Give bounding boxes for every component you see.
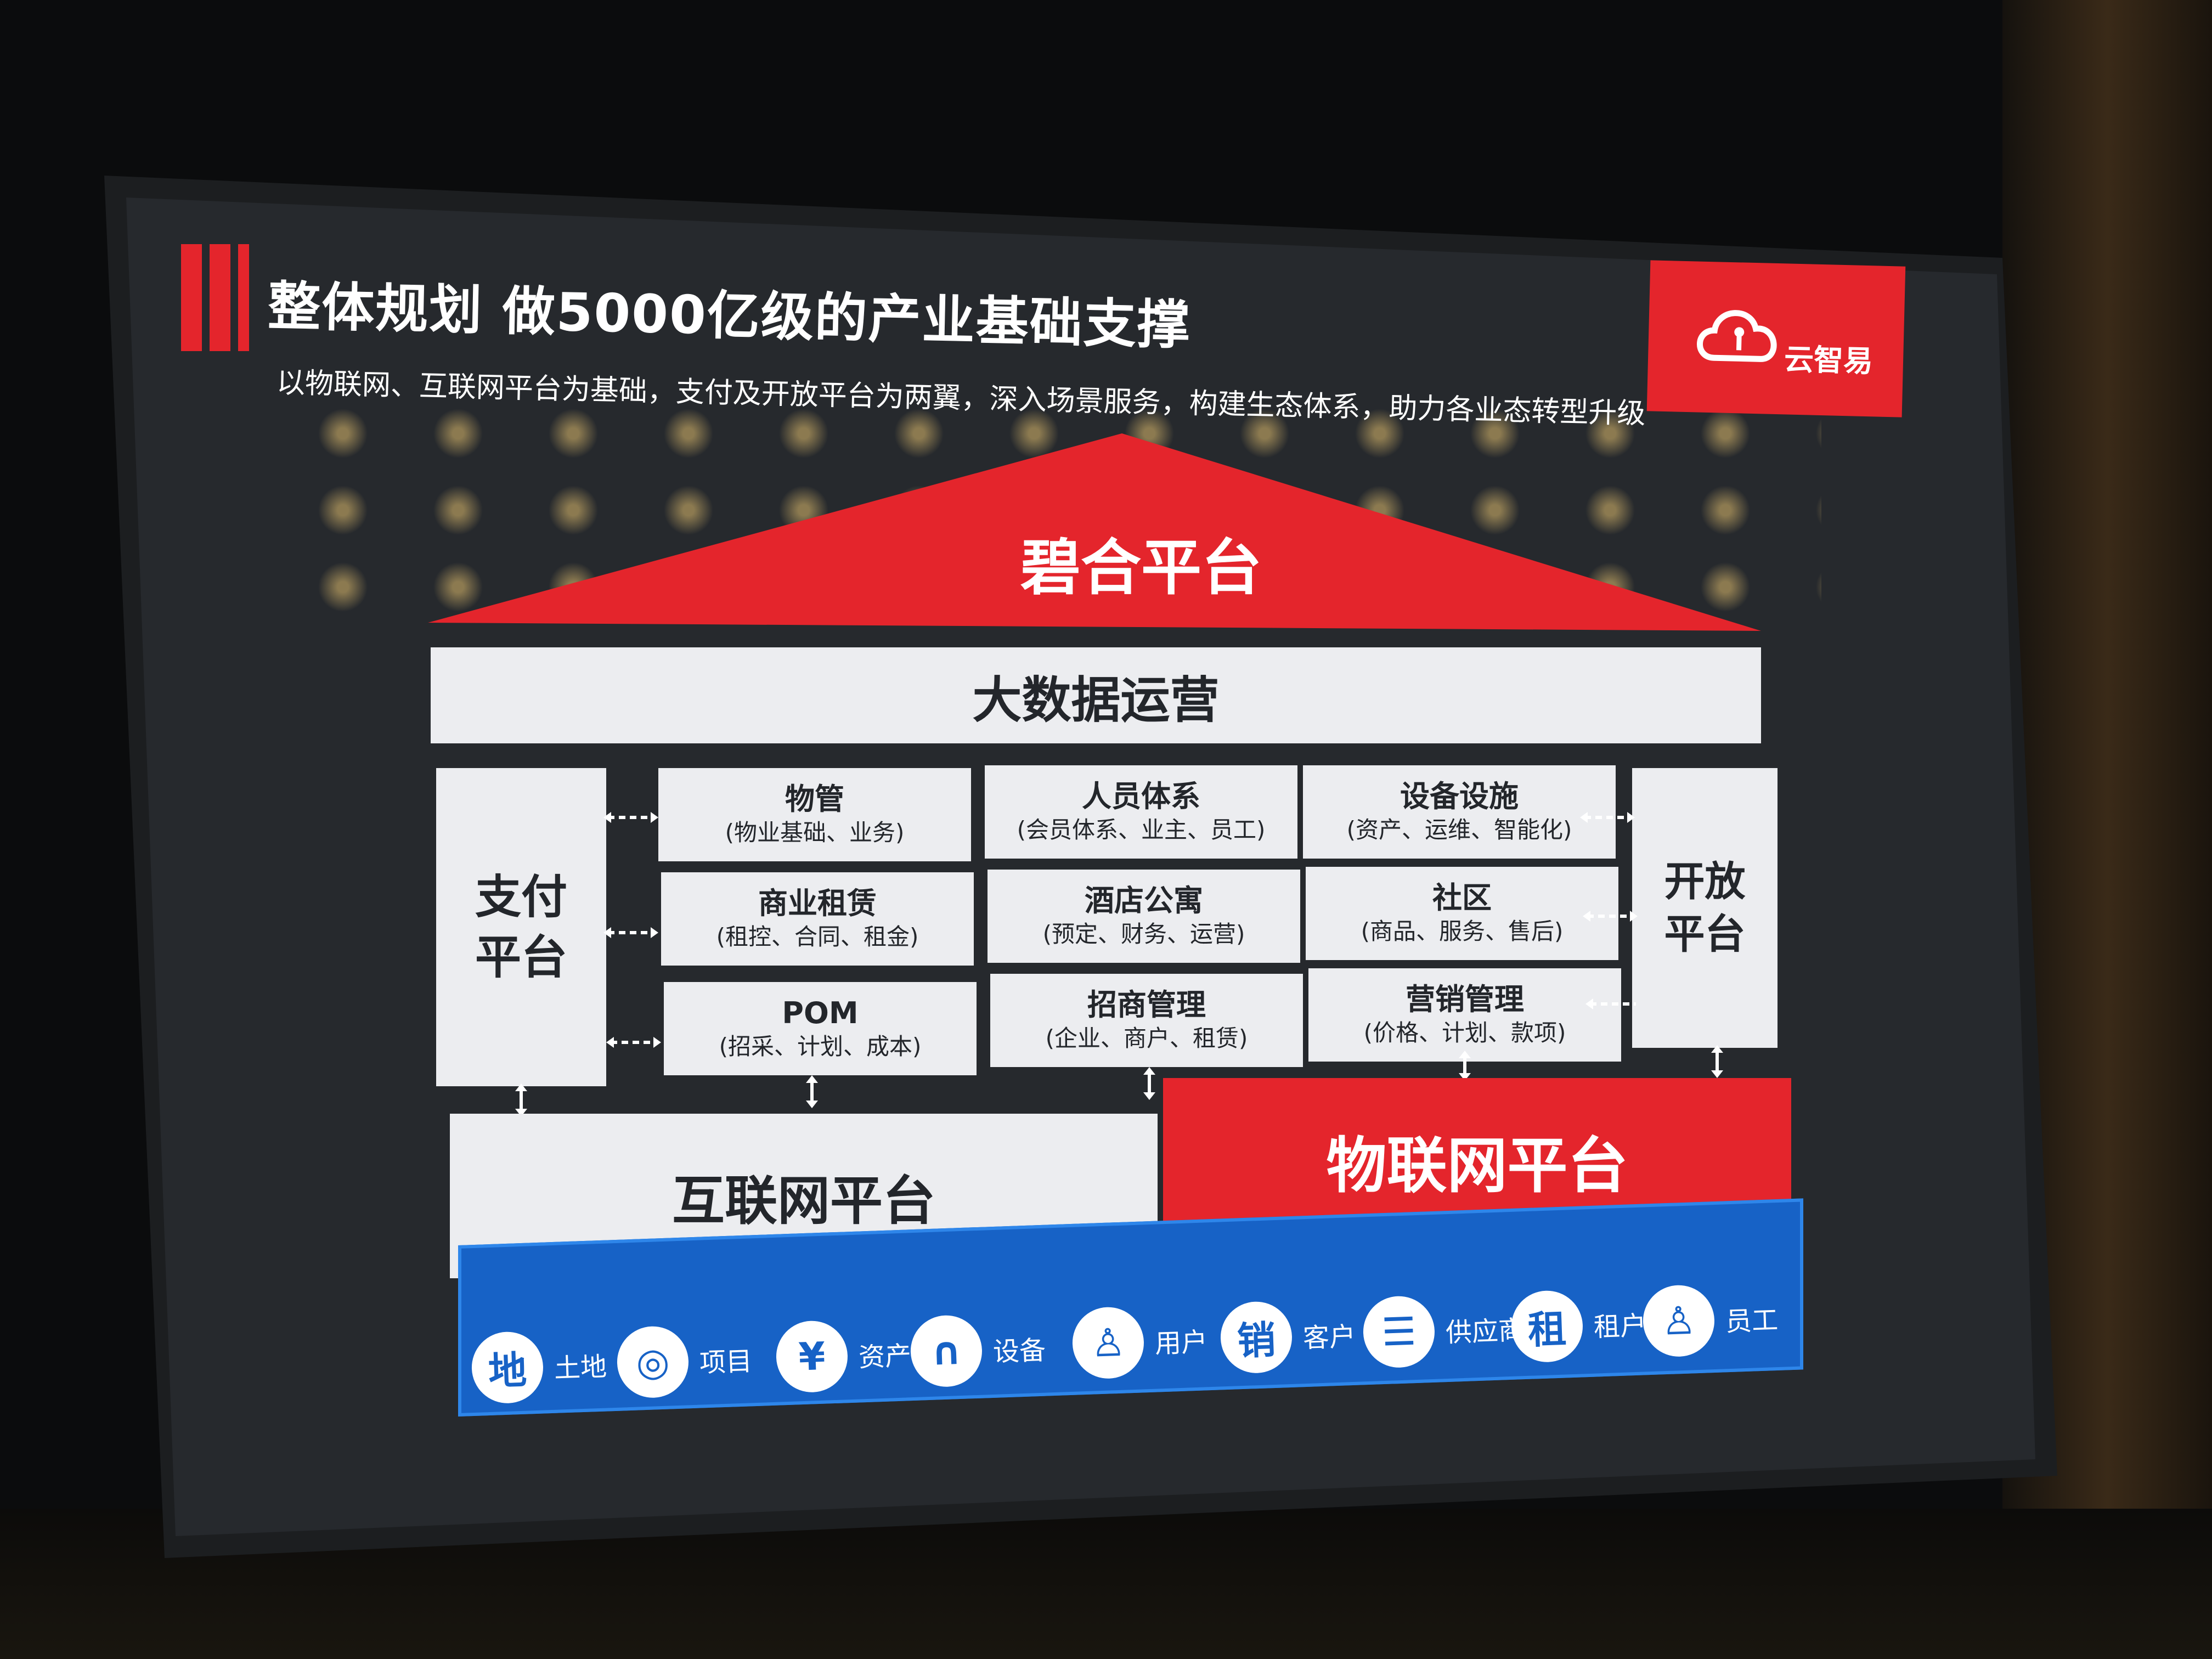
module-title: 酒店公寓 [1085,883,1203,918]
module-pom: POM (招采、计划、成本) [664,982,977,1075]
module-title: 招商管理 [1087,988,1206,1022]
arrow-vertical-pom [806,1075,818,1108]
module-title: 设备设施 [1400,779,1519,814]
resource-label: 租户 [1593,1310,1647,1343]
supplier-icon: ☰ [1362,1295,1436,1369]
resource-device: ∩ 设备 [909,1312,1047,1388]
arrow-vertical-marketing [1459,1051,1471,1081]
resource-label: 设备 [992,1335,1047,1368]
arrow-right-row1 [1580,812,1635,823]
open-platform-line1: 开放 [1664,858,1746,905]
staff-icon: ♙ [1641,1284,1716,1358]
payment-platform-line1: 支付 [475,870,567,924]
resource-user: ♙ 用户 [1071,1304,1209,1380]
user-icon: ♙ [1071,1306,1146,1380]
module-title: POM [782,996,859,1030]
roof-label: 碧合平台 [1020,533,1262,603]
arrow-left-row3 [606,1037,661,1048]
resource-staff: ♙ 员工 [1641,1282,1779,1358]
payment-platform: 支付 平台 [436,768,606,1086]
land-icon: 地 [470,1330,545,1404]
open-platform-line2: 平台 [1664,911,1746,958]
open-platform: 开放 平台 [1632,768,1778,1048]
payment-platform-line2: 平台 [475,930,567,984]
resource-label: 资产 [858,1340,912,1373]
bigdata-bar: 大数据运营 [431,647,1761,743]
logo-text: 云智易 [1784,342,1874,379]
resource-label: 土地 [554,1351,608,1384]
resource-supplier: ☰ 供应商 [1362,1292,1526,1369]
module-personnel: 人员体系 (会员体系、业主、员工) [985,765,1297,859]
logo: 云智易 [1646,260,1906,417]
arrow-left-row1 [603,812,658,823]
resource-land: 地 土地 [470,1328,608,1404]
module-property: 物管 (物业基础、业务) [658,768,971,861]
module-subtitle: (会员体系、业主、员工) [1017,816,1266,843]
cloud-icon [1697,310,1777,362]
tenant-icon: 租 [1510,1289,1584,1363]
resource-tenant: 租 租户 [1510,1287,1647,1363]
resource-label: 项目 [699,1346,753,1379]
module-title: 社区 [1432,881,1492,915]
resource-label: 客户 [1302,1321,1357,1354]
resource-asset: ¥ 资产 [775,1317,912,1393]
module-community: 社区 (商品、服务、售后) [1306,867,1618,960]
module-subtitle: (招采、计划、成本) [719,1033,922,1060]
module-title: 商业租赁 [758,886,877,921]
arrow-vertical-investment [1143,1067,1155,1100]
module-subtitle: (物业基础、业务) [725,819,905,846]
resource-label: 员工 [1725,1305,1779,1338]
project-icon: ◎ [616,1325,690,1399]
module-subtitle: (企业、商户、租赁) [1045,1025,1248,1052]
module-subtitle: (价格、计划、款项) [1363,1019,1566,1046]
module-equipment: 设备设施 (资产、运维、智能化) [1303,765,1616,859]
module-subtitle: (资产、运维、智能化) [1346,816,1572,843]
module-title: 人员体系 [1082,779,1200,814]
device-icon: ∩ [909,1314,984,1388]
module-title: 物管 [785,782,844,816]
module-subtitle: (租控、合同、租金) [716,923,919,950]
arrow-vertical-pay [515,1084,527,1116]
resource-customer: 销 客户 [1219,1298,1357,1374]
asset-icon: ¥ [775,1319,849,1393]
resource-project: ◎ 项目 [616,1323,753,1399]
arrow-vertical-open [1711,1045,1723,1078]
module-hotel: 酒店公寓 (预定、财务、运营) [988,870,1300,963]
customer-icon: 销 [1219,1300,1294,1374]
module-title: 营销管理 [1406,982,1524,1017]
arrow-left-row2 [603,927,658,938]
resource-label: 用户 [1154,1327,1209,1359]
module-subtitle: (商品、服务、售后) [1361,918,1564,945]
module-marketing: 营销管理 (价格、计划、款项) [1308,968,1621,1062]
module-subtitle: (预定、财务、运营) [1042,921,1245,947]
arrow-right-row3 [1585,998,1636,1009]
arrow-right-row2 [1583,911,1638,922]
module-leasing: 商业租赁 (租控、合同、租金) [661,872,974,966]
module-investment: 招商管理 (企业、商户、租赁) [990,974,1303,1067]
